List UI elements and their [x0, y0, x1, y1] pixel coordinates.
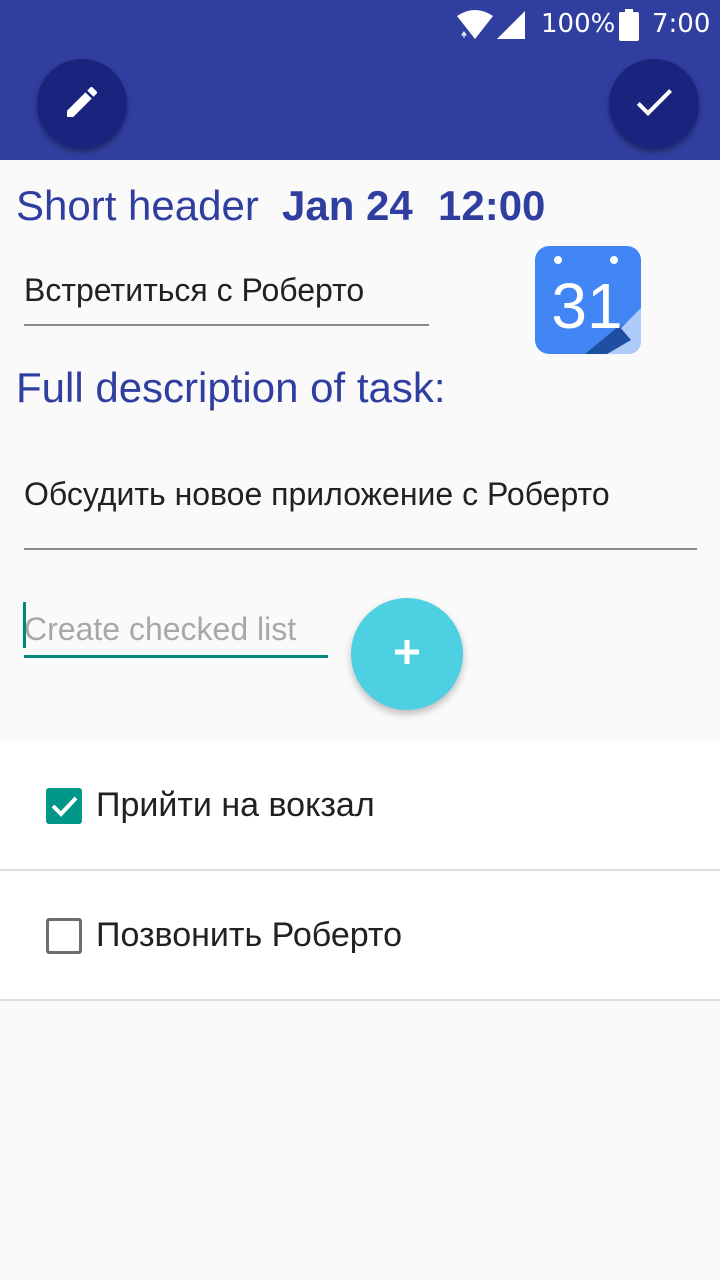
checklist: Прийти на вокзал Позвонить Роберто [0, 741, 720, 1001]
battery-percentage: 100% [541, 9, 616, 39]
list-item[interactable]: Позвонить Роберто [0, 871, 720, 1001]
task-time[interactable]: 12:00 [438, 182, 545, 230]
checkbox-checked[interactable] [46, 788, 82, 824]
status-bar: 100% 7:00 [0, 0, 720, 50]
pencil-icon [62, 82, 102, 127]
list-item-label: Позвонить Роберто [96, 916, 402, 954]
list-item-label: Прийти на вокзал [96, 786, 375, 824]
save-button[interactable] [609, 59, 699, 149]
checklist-input[interactable] [24, 604, 328, 658]
app-bar: 100% 7:00 [0, 0, 720, 160]
battery-icon [619, 9, 639, 48]
signal-icon [496, 10, 526, 47]
description-field[interactable]: Обсудить новое приложение с Роберто [24, 476, 697, 550]
add-checklist-item-button[interactable] [351, 598, 463, 710]
edit-button[interactable] [37, 59, 127, 149]
task-title-field[interactable]: Встретиться с Роберто [24, 272, 429, 326]
text-cursor [23, 602, 26, 648]
calendar-day-number: 31 [551, 270, 622, 342]
check-icon [51, 796, 78, 817]
plus-icon [393, 638, 421, 671]
task-date[interactable]: Jan 24 [282, 182, 413, 230]
checkmark-icon [630, 78, 678, 131]
short-header-label: Short header [16, 182, 259, 229]
calendar-icon[interactable]: 31 [535, 246, 643, 356]
list-item[interactable]: Прийти на вокзал [0, 741, 720, 871]
description-label: Full description of task: [16, 364, 446, 411]
clock: 7:00 [652, 9, 711, 39]
wifi-icon [456, 10, 494, 47]
checkbox-unchecked[interactable] [46, 918, 82, 954]
